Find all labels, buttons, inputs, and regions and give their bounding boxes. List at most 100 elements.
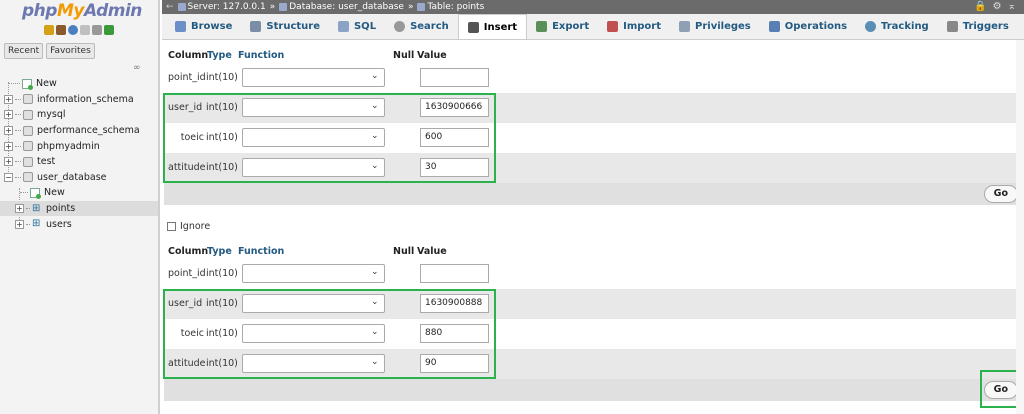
tracking-icon [865,21,877,32]
breadcrumb-database[interactable]: Database: user_database [289,2,404,12]
tab-privileges[interactable]: Privileges [670,14,760,39]
tree-item-performance-schema[interactable]: + performance_schema [0,123,158,139]
logout-icon[interactable] [56,25,66,35]
triggers-icon [946,21,958,32]
column-name: point_id [168,72,206,83]
go-button[interactable]: Go [983,381,1018,399]
column-name: user_id [168,102,203,113]
header-function[interactable]: Function [238,246,284,257]
database-icon [23,172,33,183]
header-type[interactable]: Type [207,50,232,61]
value-input[interactable]: 600 [420,128,489,147]
structure-icon [250,21,262,32]
header-column: Column [168,50,209,61]
tree-item-users[interactable]: + ⊞ users [0,216,158,232]
settings-icon[interactable] [92,25,102,35]
expand-icon[interactable]: + [4,141,13,151]
favorites-tab[interactable]: Favorites [46,43,95,59]
lock-icon[interactable]: 🔒 [974,1,986,12]
ignore-checkbox[interactable] [167,222,176,231]
tree-item-information-schema[interactable]: + information_schema [0,92,158,108]
function-select[interactable] [242,98,385,117]
collapse-icon[interactable]: − [4,172,13,182]
database-icon [23,156,33,167]
help-icon[interactable] [68,25,78,35]
value-input[interactable]: 880 [420,324,489,343]
header-value: Value [417,50,447,61]
tab-tracking[interactable]: Tracking [856,14,938,39]
docs-icon[interactable] [80,25,90,35]
tree-item-new[interactable]: New [0,76,158,92]
table-row: attitude int(10) ⌄ 90 [164,349,1024,379]
scrollbar[interactable] [1016,40,1024,414]
tab-sql[interactable]: SQL [329,14,385,39]
value-input[interactable]: 30 [420,158,489,177]
function-select[interactable] [242,264,385,283]
table-row: user_id int(10) ⌄ 1630900888 [164,289,1024,319]
database-icon [23,109,33,120]
header-type[interactable]: Type [207,246,232,257]
tree-item-user-database-new[interactable]: New [0,185,158,201]
operations-icon [768,21,780,32]
value-input[interactable]: 1630900888 [420,294,489,313]
tab-insert[interactable]: Insert [457,14,528,39]
value-input[interactable] [420,264,489,283]
navigation-panel: phpMyAdmin Recent Favorites ∞ New + info… [0,0,160,414]
breadcrumb-server[interactable]: Server: 127.0.0.1 [188,2,266,12]
recent-tab[interactable]: Recent [4,43,44,59]
go-button[interactable]: Go [983,185,1018,203]
tree-item-user-database[interactable]: − user_database [0,170,158,186]
function-select[interactable] [242,354,385,373]
tab-structure[interactable]: Structure [241,14,329,39]
tab-operations[interactable]: Operations [760,14,856,39]
gear-icon[interactable]: ⚙ [993,1,1002,12]
sql-icon [337,21,349,32]
function-select[interactable] [242,128,385,147]
expand-icon[interactable]: + [4,157,13,167]
insert-table-2: Column Type Function Null Value point_id… [164,243,1024,379]
tree-item-test[interactable]: + test [0,154,158,170]
function-select[interactable] [242,158,385,177]
expand-icon[interactable]: + [15,219,24,229]
column-type: int(10) [206,358,238,369]
phpmyadmin-logo[interactable]: phpMyAdmin [0,0,158,22]
expand-icon[interactable]: + [15,204,24,214]
tab-browse[interactable]: Browse [166,14,241,39]
server-icon [177,3,186,11]
function-select[interactable] [242,324,385,343]
expand-icon[interactable]: + [4,110,13,120]
database-icon [23,94,33,105]
value-input[interactable]: 1630900666 [420,98,489,117]
tree-item-points[interactable]: + ⊞ points [0,200,158,217]
column-type: int(10) [206,268,238,279]
collapse-top-icon[interactable]: ⌅ [1008,1,1016,12]
recent-favorites-tabs: Recent Favorites [0,43,158,59]
function-select[interactable] [242,294,385,313]
reload-icon[interactable] [104,25,114,35]
home-icon[interactable] [44,25,54,35]
insert-icon [467,21,479,33]
tab-triggers[interactable]: Triggers [938,14,1018,39]
tab-import[interactable]: Import [598,14,670,39]
expand-icon[interactable]: + [4,94,13,104]
table-icon [417,3,426,11]
value-input[interactable] [420,68,489,87]
tree-item-phpmyadmin[interactable]: + phpmyadmin [0,138,158,154]
ignore-checkbox-row[interactable]: Ignore [167,221,210,232]
new-icon [30,187,41,199]
breadcrumb-table[interactable]: Table: points [427,2,484,12]
tree-item-mysql[interactable]: + mysql [0,107,158,123]
value-input[interactable]: 90 [420,354,489,373]
tab-search[interactable]: Search [385,14,458,39]
header-column: Column [168,246,209,257]
collapse-arrow-icon[interactable]: ← [166,2,174,12]
table-header: Column Type Function Null Value [164,243,1024,260]
column-type: int(10) [206,298,238,309]
function-select[interactable] [242,68,385,87]
expand-icon[interactable]: + [4,126,13,136]
table-row: toeic int(10) ⌄ 880 [164,319,1024,349]
link-icon[interactable]: ∞ [133,63,141,73]
tab-export[interactable]: Export [527,14,598,39]
header-function[interactable]: Function [238,50,284,61]
column-name: point_id [168,268,206,279]
